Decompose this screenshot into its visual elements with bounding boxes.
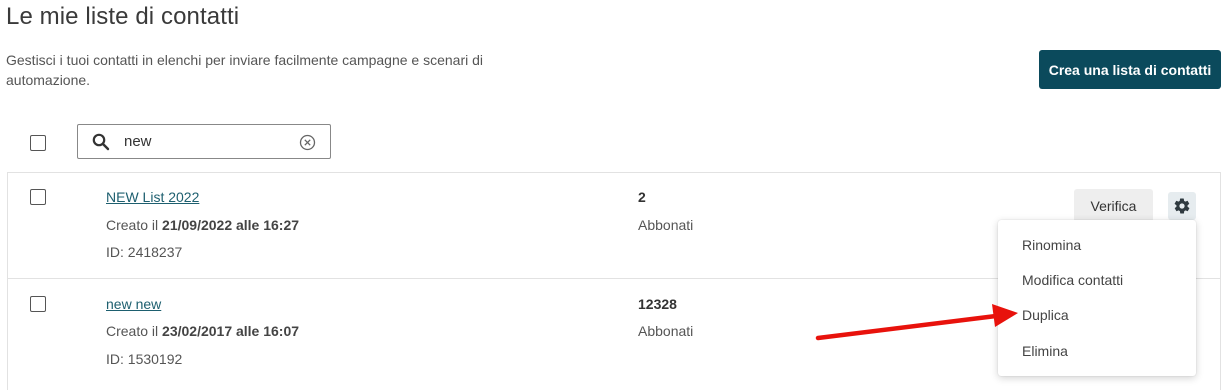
create-list-button[interactable]: Crea una lista di contatti <box>1039 50 1221 89</box>
list-created-date: Creato il 23/02/2017 alle 16:07 <box>106 323 300 339</box>
search-value: new <box>124 133 152 150</box>
list-created-date: Creato il 21/09/2022 alle 16:27 <box>106 217 300 233</box>
subscriber-count: 2 <box>638 189 646 205</box>
clear-circle-icon[interactable] <box>299 134 316 151</box>
search-input[interactable]: new <box>77 124 331 159</box>
row-checkbox[interactable] <box>30 189 46 205</box>
menu-item-edit-contacts[interactable]: Modifica contatti <box>998 265 1196 295</box>
page-title: Le mie liste di contatti <box>6 3 240 30</box>
settings-button[interactable] <box>1168 192 1196 220</box>
select-all-checkbox[interactable] <box>30 135 46 151</box>
menu-item-delete[interactable]: Elimina <box>998 336 1196 366</box>
list-name-link[interactable]: new new <box>106 296 161 312</box>
gear-icon <box>1174 198 1190 214</box>
subscriber-label: Abbonati <box>638 217 694 233</box>
subscriber-label: Abbonati <box>638 323 694 339</box>
settings-dropdown-menu: Rinomina Modifica contatti Duplica Elimi… <box>998 220 1196 376</box>
list-name-link[interactable]: NEW List 2022 <box>106 189 199 205</box>
menu-item-duplicate[interactable]: Duplica <box>998 300 1196 330</box>
page-description: Gestisci i tuoi contatti in elenchi per … <box>6 52 484 88</box>
menu-item-rename[interactable]: Rinomina <box>998 230 1196 260</box>
search-icon <box>92 133 110 151</box>
list-id: ID: 2418237 <box>106 244 183 260</box>
verify-button[interactable]: Verifica <box>1074 189 1153 222</box>
row-checkbox[interactable] <box>30 296 46 312</box>
list-id: ID: 1530192 <box>106 351 183 367</box>
subscriber-count: 12328 <box>638 296 677 312</box>
